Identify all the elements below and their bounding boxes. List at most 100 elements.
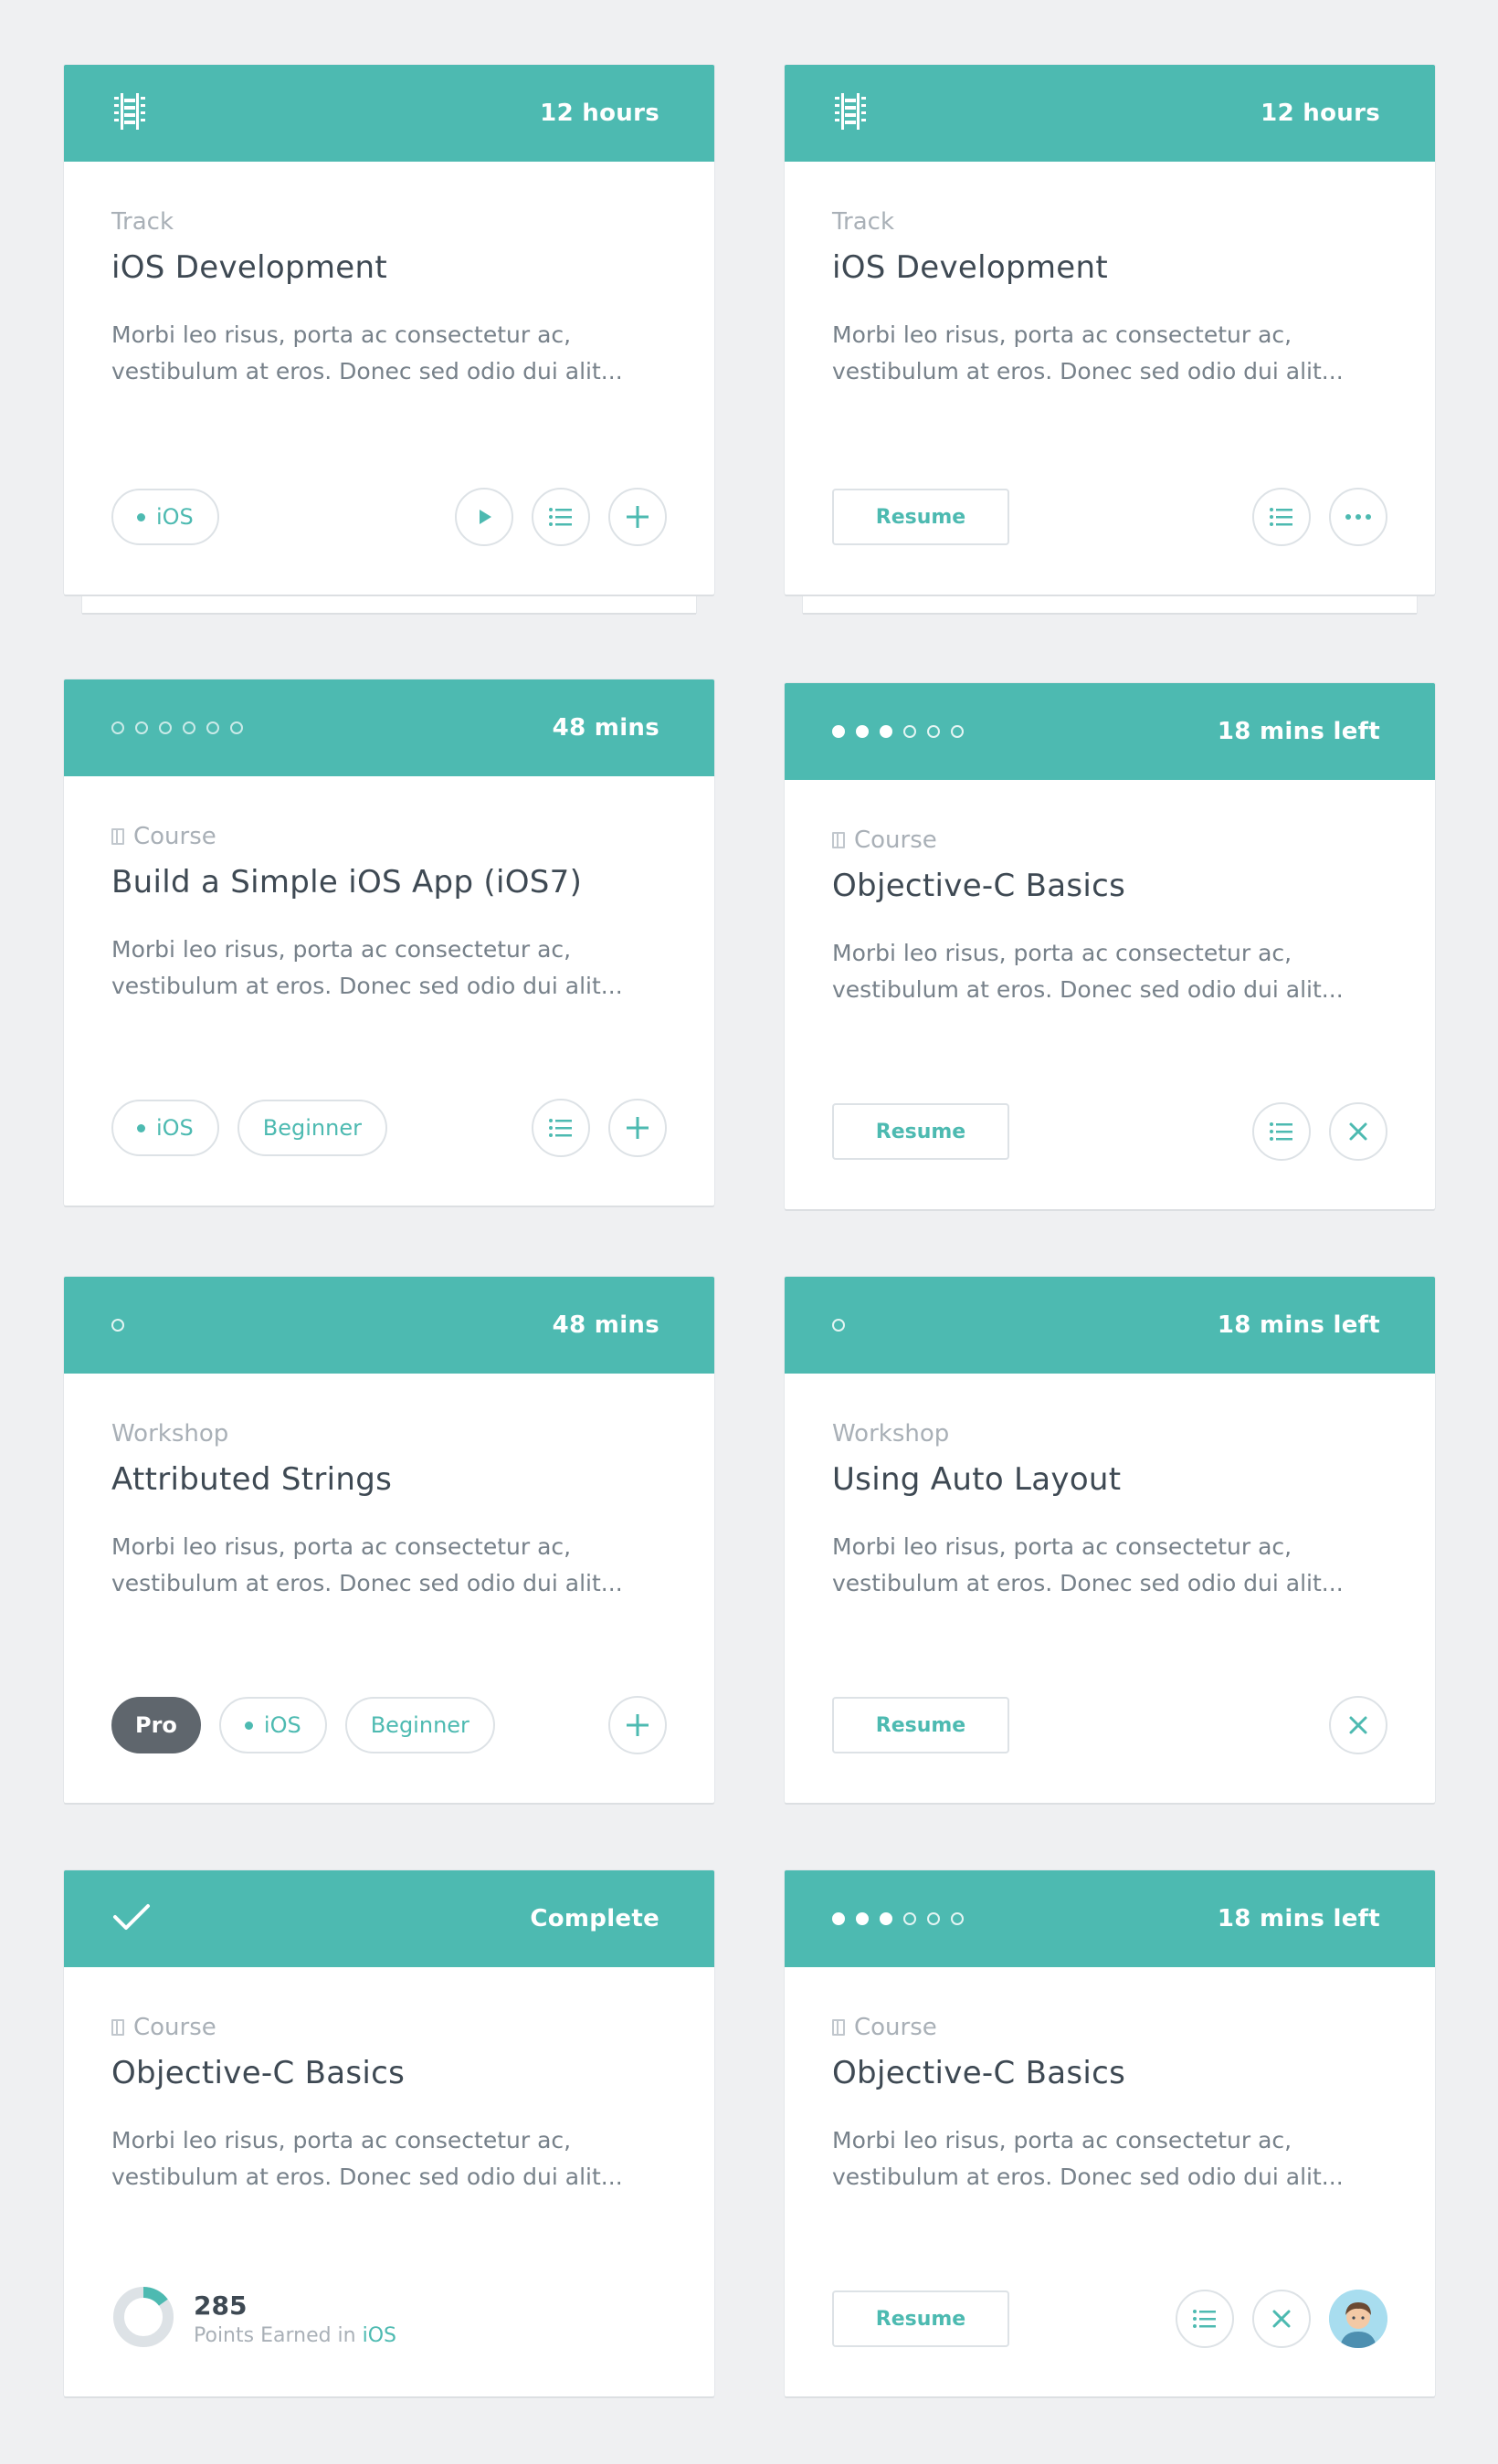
add-button[interactable]: [608, 1099, 667, 1157]
remove-button[interactable]: [1329, 1102, 1387, 1161]
card-header: 48 mins: [64, 1277, 714, 1374]
card-title: Build a Simple iOS App (iOS7): [111, 864, 583, 900]
tag-beginner[interactable]: Beginner: [237, 1100, 387, 1156]
syllabus-button[interactable]: [532, 488, 590, 546]
card-type-label: Course: [854, 2014, 937, 2041]
tag-label: iOS: [263, 1712, 301, 1738]
progress-dot: [880, 725, 892, 738]
progress-dots: [111, 721, 243, 734]
more-icon: [1345, 512, 1372, 521]
checkmark-icon: [111, 1901, 152, 1936]
close-icon: [1346, 1713, 1370, 1737]
film-strip-icon: [111, 91, 148, 135]
syllabus-button[interactable]: [1176, 2290, 1234, 2348]
progress-dot: [183, 721, 195, 734]
duration-label: 48 mins: [552, 714, 659, 742]
card-description: Morbi leo risus, porta ac consectetur ac…: [111, 1533, 623, 1596]
card-type: Course: [832, 826, 1387, 855]
card-type: Track: [832, 207, 1387, 237]
duration-label: 12 hours: [1261, 100, 1380, 127]
resume-button[interactable]: Resume: [832, 2290, 1009, 2347]
card-type: Workshop: [111, 1419, 667, 1448]
progress-dot: [927, 1912, 940, 1925]
film-strip-icon: [832, 91, 869, 135]
play-button[interactable]: [455, 488, 513, 546]
progress-dot: [111, 721, 124, 734]
points-topic[interactable]: iOS: [363, 2324, 396, 2347]
card-description: Morbi leo risus, porta ac consectetur ac…: [111, 2127, 623, 2190]
course-card-objc-basics-complete[interactable]: Complete Course Objective-C Basics Morbi…: [64, 1870, 714, 2396]
book-icon: [832, 832, 845, 848]
tag-label: iOS: [156, 504, 194, 530]
pro-badge: Pro: [111, 1697, 201, 1753]
syllabus-button[interactable]: [1252, 488, 1311, 546]
syllabus-button[interactable]: [532, 1099, 590, 1157]
progress-dots: [111, 1319, 124, 1332]
plus-icon: [624, 1711, 651, 1739]
book-icon: [111, 2019, 124, 2036]
progress-dot: [832, 725, 845, 738]
tag-ios[interactable]: iOS: [218, 1697, 327, 1753]
card-title: iOS Development: [832, 249, 1108, 286]
card-description: Morbi leo risus, porta ac consectetur ac…: [832, 2127, 1344, 2190]
syllabus-button[interactable]: [1252, 1102, 1311, 1161]
progress-dots: [832, 725, 964, 738]
points-caption-text: Points Earned in: [194, 2324, 356, 2347]
remove-button[interactable]: [1329, 1696, 1387, 1754]
resume-button[interactable]: Resume: [832, 1103, 1009, 1160]
close-icon: [1270, 2307, 1293, 2331]
card-header: 18 mins left: [785, 683, 1435, 780]
card-type-label: Course: [854, 827, 937, 854]
course-card-build-simple-app[interactable]: 48 mins Course Build a Simple iOS App (i…: [64, 679, 714, 1206]
workshop-card-auto-layout[interactable]: 18 mins left Workshop Using Auto Layout …: [785, 1277, 1435, 1803]
book-icon: [832, 2019, 845, 2036]
workshop-card-attributed-strings[interactable]: 48 mins Workshop Attributed Strings Morb…: [64, 1277, 714, 1803]
book-icon: [111, 828, 124, 845]
list-icon: [547, 505, 575, 529]
points-earned: 285 Points Earned in iOS: [111, 2285, 396, 2353]
tag-beginner[interactable]: Beginner: [344, 1697, 495, 1753]
tag-dot: [137, 512, 145, 521]
resume-button[interactable]: Resume: [832, 489, 1009, 545]
course-card-objc-basics-inprogress[interactable]: 18 mins left Course Objective-C Basics M…: [785, 683, 1435, 1209]
progress-dot: [832, 1319, 845, 1332]
course-card-objc-basics-shared[interactable]: 18 mins left Course Objective-C Basics M…: [785, 1870, 1435, 2396]
card-header: Complete: [64, 1870, 714, 1967]
plus-icon: [624, 1114, 651, 1142]
remove-button[interactable]: [1252, 2290, 1311, 2348]
card-description: Morbi leo risus, porta ac consectetur ac…: [832, 1533, 1344, 1596]
card-type: Track: [111, 207, 667, 237]
list-icon: [1268, 1120, 1295, 1143]
card-title: Objective-C Basics: [832, 868, 1126, 904]
card-type-label: Course: [133, 2014, 216, 2041]
more-button[interactable]: [1329, 488, 1387, 546]
progress-dot: [951, 1912, 964, 1925]
card-title: Objective-C Basics: [111, 2055, 406, 2091]
progress-dot: [951, 725, 964, 738]
add-button[interactable]: [608, 488, 667, 546]
card-type-label: Course: [133, 823, 216, 850]
duration-label: 48 mins: [552, 1311, 659, 1339]
resume-button[interactable]: Resume: [832, 1697, 1009, 1753]
tag-ios[interactable]: iOS: [111, 489, 219, 545]
progress-dot: [903, 1912, 916, 1925]
progress-dot: [230, 721, 243, 734]
user-avatar-icon[interactable]: [1329, 2290, 1387, 2348]
card-title: Using Auto Layout: [832, 1461, 1122, 1498]
tag-ios[interactable]: iOS: [111, 1100, 219, 1156]
list-icon: [547, 1116, 575, 1140]
tag-label: Beginner: [262, 1115, 362, 1141]
card-type-label: Workshop: [832, 1420, 950, 1448]
card-description: Morbi leo risus, porta ac consectetur ac…: [111, 321, 623, 384]
course-card-ios-track-resume[interactable]: 12 hours Track iOS Development Morbi leo…: [785, 65, 1435, 613]
time-left-label: 18 mins left: [1217, 718, 1380, 745]
card-type: Course: [111, 2013, 667, 2042]
course-card-ios-track[interactable]: 12 hours Track iOS Development Morbi leo…: [64, 65, 714, 613]
add-button[interactable]: [608, 1696, 667, 1754]
progress-dot: [880, 1912, 892, 1925]
card-type: Course: [832, 2013, 1387, 2042]
list-icon: [1268, 505, 1295, 529]
duration-label: 12 hours: [540, 100, 659, 127]
card-header: 18 mins left: [785, 1870, 1435, 1967]
progress-dot: [832, 1912, 845, 1925]
